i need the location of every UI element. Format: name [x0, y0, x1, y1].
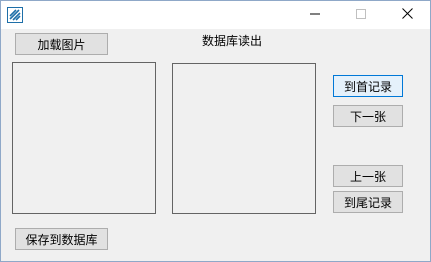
- last-record-button[interactable]: 到尾记录: [333, 191, 403, 213]
- minimize-button[interactable]: [292, 1, 338, 29]
- maximize-icon: [356, 8, 366, 22]
- previous-button[interactable]: 上一张: [333, 165, 403, 187]
- maximize-button[interactable]: [338, 1, 384, 29]
- load-image-button[interactable]: 加载图片: [15, 33, 108, 55]
- db-image-box: [172, 63, 316, 214]
- app-icon: [7, 7, 23, 23]
- close-button[interactable]: [384, 1, 430, 29]
- db-read-label: 数据库读出: [202, 34, 263, 48]
- next-button[interactable]: 下一张: [333, 105, 403, 127]
- first-record-button[interactable]: 到首记录: [333, 75, 403, 97]
- save-to-db-button[interactable]: 保存到数据库: [15, 228, 108, 250]
- close-icon: [401, 8, 413, 22]
- source-image-box: [12, 62, 156, 214]
- title-bar[interactable]: [1, 1, 430, 29]
- minimize-icon: [310, 8, 320, 22]
- main-window: 加载图片 数据库读出 到首记录 下一张 上一张 到尾记录 保存到数据库: [0, 0, 431, 262]
